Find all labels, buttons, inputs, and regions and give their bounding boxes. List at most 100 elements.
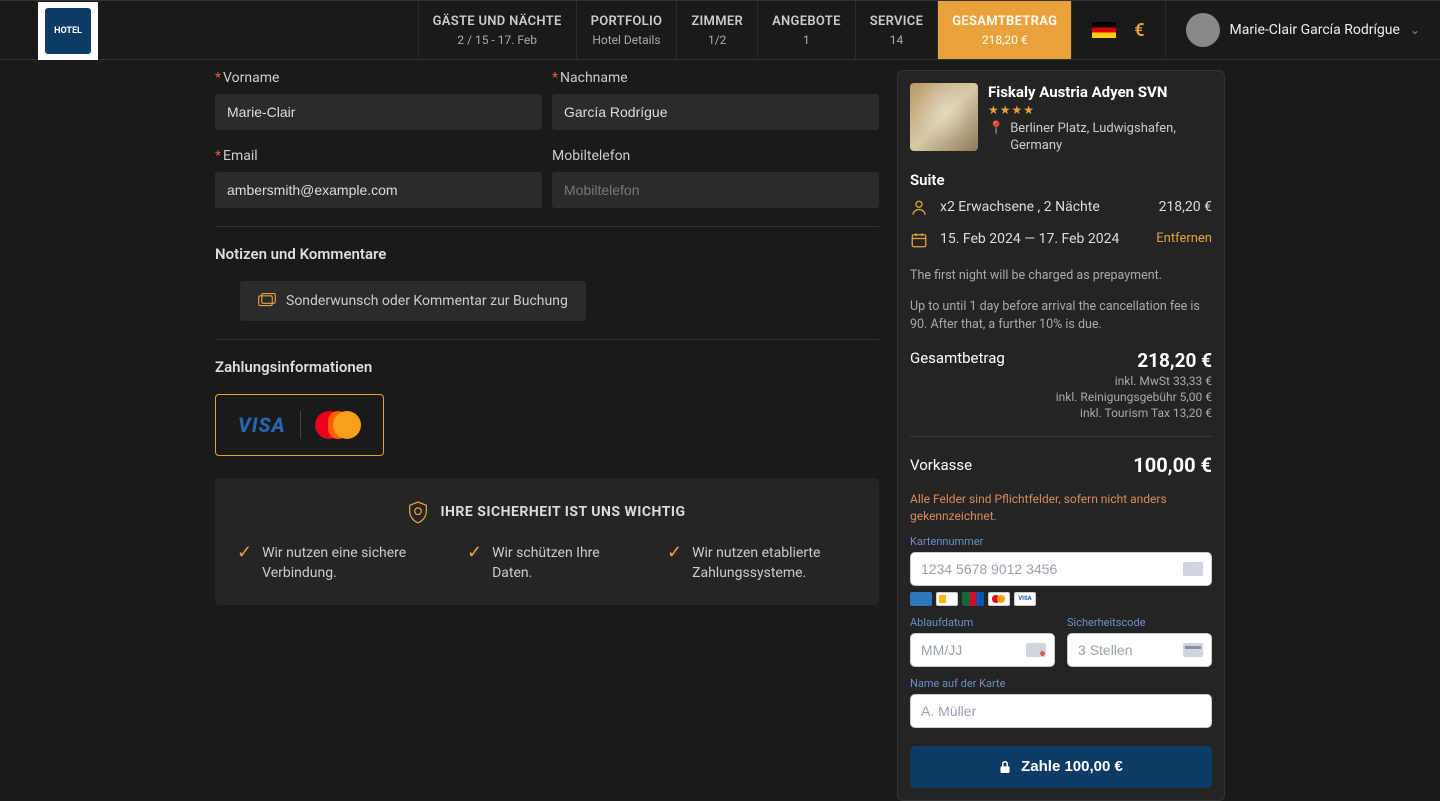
- user-name: Marie-Clair García Rodrígue: [1230, 22, 1400, 39]
- tab-sub: Hotel Details: [591, 33, 663, 47]
- firstname-label: *Vorname: [215, 70, 542, 86]
- tab-rooms[interactable]: ZIMMER 1/2: [676, 1, 757, 59]
- tab-label: PORTFOLIO: [591, 14, 663, 29]
- card-number-input[interactable]: [921, 553, 1201, 585]
- tab-label: ANGEBOTE: [772, 14, 841, 29]
- top-bar: HOTEL GÄSTE UND NÄCHTE 2 / 15 - 17. Feb …: [0, 0, 1440, 60]
- expiry-wrap: [910, 633, 1055, 667]
- check-icon: ✓: [467, 544, 482, 583]
- tab-service[interactable]: SERVICE 14: [855, 1, 938, 59]
- remove-link[interactable]: Entfernen: [1156, 231, 1212, 246]
- email-label: *Email: [215, 148, 542, 164]
- tab-guests-nights[interactable]: GÄSTE UND NÄCHTE 2 / 15 - 17. Feb: [418, 1, 576, 59]
- shield-icon: [408, 500, 428, 524]
- tax-line: inkl. Reinigungsgebühr 5,00 €: [1056, 390, 1212, 404]
- tax-line: inkl. Tourism Tax 13,20 €: [1056, 406, 1212, 420]
- tab-total[interactable]: GESAMTBETRAG 218,20 €: [937, 1, 1071, 59]
- security-title: IHRE SICHERHEIT IST UNS WICHTIG: [440, 504, 685, 520]
- header-tail: €: [1071, 1, 1164, 59]
- check-icon: ✓: [667, 544, 682, 583]
- guest-icon: [910, 199, 928, 221]
- form-panel: *Vorname *Nachname *Email Mobiltelefon N…: [215, 70, 879, 801]
- comment-icon: [258, 293, 276, 309]
- visa-small-icon: VISA: [1014, 592, 1036, 606]
- security-item: ✓Wir nutzen etablierte Zahlungssysteme.: [667, 544, 857, 583]
- hotel-name: Fiskaly Austria Adyen SVN: [988, 83, 1212, 101]
- bancontact-icon: [936, 592, 958, 606]
- cardholder-input[interactable]: [921, 695, 1201, 727]
- logo[interactable]: HOTEL: [38, 2, 98, 60]
- notes-title: Notizen und Kommentare: [215, 245, 879, 263]
- mobile-input[interactable]: [552, 172, 879, 208]
- required-hint: Alle Felder sind Pflichtfelder, sofern n…: [910, 491, 1212, 525]
- hotel-image: [910, 83, 978, 151]
- lastname-input[interactable]: [552, 94, 879, 130]
- comment-button-label: Sonderwunsch oder Kommentar zur Buchung: [286, 293, 568, 309]
- tab-sub: 2 / 15 - 17. Feb: [433, 33, 562, 47]
- prepay-label: Vorkasse: [910, 456, 972, 474]
- accepted-cards: VISA: [910, 592, 1212, 606]
- firstname-input[interactable]: [215, 94, 542, 130]
- policy-text: Up to until 1 day before arrival the can…: [910, 298, 1212, 333]
- room-type: Suite: [910, 171, 1212, 189]
- cardholder-label: Name auf der Karte: [910, 677, 1212, 690]
- cardholder-wrap: [910, 694, 1212, 728]
- visa-icon: VISA: [238, 413, 286, 437]
- tab-portfolio[interactable]: PORTFOLIO Hotel Details: [576, 1, 677, 59]
- card-number-label: Kartennummer: [910, 535, 1212, 548]
- check-icon: ✓: [237, 544, 252, 583]
- tab-sub: 14: [870, 33, 924, 47]
- tab-sub: 218,20 €: [952, 33, 1057, 47]
- card-brand-selector[interactable]: VISA: [215, 394, 384, 456]
- pay-button-label: Zahle 100,00 €: [1021, 758, 1123, 775]
- calendar-icon: [910, 231, 928, 253]
- add-comment-button[interactable]: Sonderwunsch oder Kommentar zur Buchung: [240, 281, 586, 321]
- line-price: 218,20 €: [1159, 199, 1212, 215]
- divider: [300, 411, 301, 439]
- jcb-icon: [962, 592, 984, 606]
- mobile-label: Mobiltelefon: [552, 148, 879, 164]
- pin-icon: 📍: [988, 121, 1004, 155]
- flag-de-icon[interactable]: [1092, 22, 1116, 38]
- chevron-down-icon: ⌄: [1410, 23, 1420, 37]
- payment-title: Zahlungsinformationen: [215, 358, 879, 376]
- tab-offers[interactable]: ANGEBOTE 1: [757, 1, 855, 59]
- guests-line: x2 Erwachsene , 2 Nächte: [940, 199, 1100, 215]
- mastercard-small-icon: [988, 592, 1010, 606]
- tab-sub: 1: [772, 33, 841, 47]
- dates-line: 15. Feb 2024 — 17. Feb 2024: [940, 231, 1119, 247]
- tab-label: SERVICE: [870, 14, 924, 29]
- prepay-amount: 100,00 €: [1133, 453, 1212, 477]
- security-item: ✓Wir nutzen eine sichere Verbindung.: [237, 544, 427, 583]
- mastercard-icon: [315, 411, 361, 439]
- card-number-wrap: [910, 552, 1212, 586]
- cvc-icon: [1183, 643, 1203, 657]
- policy-text: The first night will be charged as prepa…: [910, 267, 1212, 285]
- card-date-icon: [1026, 643, 1046, 657]
- tab-label: GÄSTE UND NÄCHTE: [433, 14, 562, 29]
- total-label: Gesamtbetrag: [910, 349, 1005, 367]
- currency-icon[interactable]: €: [1134, 20, 1144, 41]
- lock-icon: [999, 760, 1011, 774]
- expiry-label: Ablaufdatum: [910, 616, 1055, 629]
- avatar-icon: [1186, 13, 1220, 47]
- total-amount: 218,20 €: [1056, 349, 1212, 372]
- cvc-label: Sicherheitscode: [1067, 616, 1212, 629]
- amex-icon: [910, 592, 932, 606]
- tax-line: inkl. MwSt 33,33 €: [1056, 374, 1212, 388]
- security-item: ✓Wir schützen Ihre Daten.: [467, 544, 627, 583]
- security-box: IHRE SICHERHEIT IST UNS WICHTIG ✓Wir nut…: [215, 478, 879, 605]
- star-rating: ★★★★: [988, 103, 1212, 117]
- pay-button[interactable]: Zahle 100,00 €: [910, 746, 1212, 788]
- summary-panel: Fiskaly Austria Adyen SVN ★★★★ 📍 Berline…: [897, 70, 1225, 801]
- hotel-location: Berliner Platz, Ludwigshafen, Germany: [1010, 121, 1212, 155]
- cvc-wrap: [1067, 633, 1212, 667]
- tab-label: GESAMTBETRAG: [952, 14, 1057, 29]
- tab-label: ZIMMER: [691, 14, 743, 29]
- user-menu[interactable]: Marie-Clair García Rodrígue ⌄: [1165, 1, 1440, 59]
- tab-sub: 1/2: [691, 33, 743, 47]
- lastname-label: *Nachname: [552, 70, 879, 86]
- email-input[interactable]: [215, 172, 542, 208]
- card-icon: [1183, 562, 1203, 576]
- nav-tabs: GÄSTE UND NÄCHTE 2 / 15 - 17. Feb PORTFO…: [418, 1, 1072, 59]
